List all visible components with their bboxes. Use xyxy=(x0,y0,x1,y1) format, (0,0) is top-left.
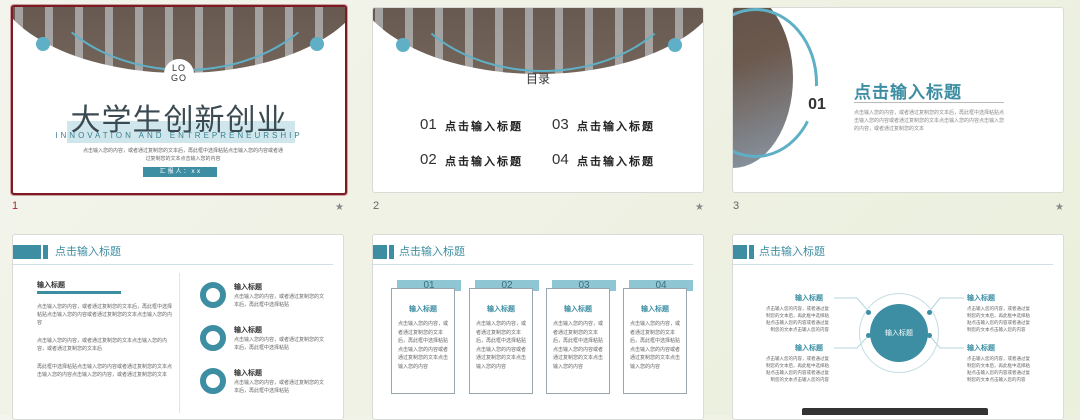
card-text: 点击输入您的内容，或者通过复制您的文本后，再此框中选择粘贴点击输入您的内容或者通… xyxy=(630,321,681,370)
item-text: 点击输入您的内容，或者通过复制您的文本后，再此框中选择粘贴点击输入您的内容或者通… xyxy=(967,307,1030,333)
header-line xyxy=(13,264,333,265)
content-card: 输入标题 点击输入您的内容，或者通过复制您的文本后，再此框中选择粘贴点击输入您的… xyxy=(469,288,533,394)
slide-header: 点击输入标题 xyxy=(13,245,343,265)
item-title: 输入标题 xyxy=(234,283,262,291)
toc-number: 02 xyxy=(420,151,437,168)
slide-subtitle: INNOVATION AND ENTREPRENEURSHIP xyxy=(55,131,303,140)
section-body-text: 点击输入您的内容，或者通过复制您的文本后，再此框中选择粘贴点击输入您的内容或者通… xyxy=(854,110,1005,132)
center-circle: 输入标题 xyxy=(870,304,928,362)
slide-thumbnail-6[interactable]: 点击输入标题 输入标题 输入标题 点击输入您的内容，或者通过复制您的文本后，再此… xyxy=(732,234,1064,420)
section-title: 输入标题 xyxy=(37,281,65,289)
card-title: 输入标题 xyxy=(564,305,592,313)
ring-icon xyxy=(200,282,226,308)
card-text: 点击输入您的内容，或者通过复制您的文本后，再此框中选择粘贴点击输入您的内容或者通… xyxy=(476,321,527,370)
item-text: 点击输入您的内容，或者通过复制您的文本后，再此框中选择粘贴点击输入您的内容或者通… xyxy=(766,307,829,333)
star-icon[interactable]: ★ xyxy=(695,202,704,213)
content-card: 输入标题 点击输入您的内容，或者通过复制您的文本后，再此框中选择粘贴点击输入您的… xyxy=(391,288,455,394)
decorative-dot xyxy=(668,38,682,52)
toc-label: 点击输入标题 xyxy=(577,120,655,133)
item-title: 输入标题 xyxy=(234,369,262,377)
item-title: 输入标题 xyxy=(234,326,262,334)
card-text: 点击输入您的内容，或者通过复制您的文本后，再此框中选择粘贴点击输入您的内容或者通… xyxy=(553,321,604,370)
slide-header: 点击输入标题 xyxy=(373,245,703,265)
header-block xyxy=(389,245,394,259)
paragraph: 点击输入您的内容，或者通过复制您的文本后，再此框中选择粘贴点击输入您的内容或者通… xyxy=(37,304,173,326)
slide-thumbnail-2[interactable]: 目录 01 点击输入标题 03 点击输入标题 02 点击输入标题 04 点击输入… xyxy=(372,7,704,193)
star-icon[interactable]: ★ xyxy=(335,202,344,213)
star-icon[interactable]: ★ xyxy=(1055,202,1064,213)
decorative-dot xyxy=(396,38,410,52)
item-text: 点击输入您的内容，或者通过复制您的文本后，再此框中选择粘贴 xyxy=(234,337,325,351)
slide-thumbnail-5[interactable]: 点击输入标题 01 输入标题 点击输入您的内容，或者通过复制您的文本后，再此框中… xyxy=(372,234,704,420)
paragraph: 再此框中选择粘贴点击输入您的内容或者通过复制您的文本点击输入您的内容点击输入您的… xyxy=(37,364,173,378)
content-card: 输入标题 点击输入您的内容，或者通过复制您的文本后，再此框中选择粘贴点击输入您的… xyxy=(623,288,687,394)
column-divider xyxy=(179,273,180,413)
slide-thumbnail-4[interactable]: 点击输入标题 输入标题 点击输入您的内容，或者通过复制您的文本后，再此框中选择粘… xyxy=(12,234,344,420)
ring-icon xyxy=(200,325,226,351)
title-underline xyxy=(37,291,121,294)
item-text: 点击输入您的内容，或者通过复制您的文本后，再此框中选择粘贴 xyxy=(234,294,325,308)
header-block xyxy=(13,245,41,259)
toc-label: 点击输入标题 xyxy=(577,155,655,168)
header-block xyxy=(373,245,387,259)
slide-thumbnail-1[interactable]: LO GO 大学生创新创业 INNOVATION AND ENTREPRENEU… xyxy=(11,5,347,195)
slide-body-text: 点击输入您的内容，或者通过复制您的文本后，再此框中选择粘贴点击输入您的内容或者通… xyxy=(83,148,284,162)
card-title: 输入标题 xyxy=(641,305,669,313)
connector-dot xyxy=(866,310,871,315)
ring-icon xyxy=(200,368,226,394)
bottom-toolbar[interactable] xyxy=(802,408,988,415)
header-block xyxy=(43,245,48,259)
item-text: 点击输入您的内容，或者通过复制您的文本后，再此框中选择粘贴点击输入您的内容或者通… xyxy=(967,357,1030,383)
toc-label: 点击输入标题 xyxy=(445,155,523,168)
divider xyxy=(854,102,1004,103)
connector-dot xyxy=(927,333,932,338)
item-title: 输入标题 xyxy=(967,294,995,302)
decorative-dot xyxy=(36,37,50,51)
toc-number: 04 xyxy=(552,151,569,168)
toc-number: 03 xyxy=(552,116,569,133)
slide-thumbnail-3[interactable]: 01 点击输入标题 点击输入您的内容，或者通过复制您的文本后，再此框中选择粘贴点… xyxy=(732,7,1064,193)
paragraph: 点击输入您的内容，或者通过复制您的文本点击输入您的内容，或者通过复制您的文本后 xyxy=(37,338,168,352)
decorative-arc xyxy=(393,8,693,72)
logo-text: LO GO xyxy=(170,63,187,83)
item-title: 输入标题 xyxy=(967,344,995,352)
section-number: 01 xyxy=(798,86,836,124)
card-title: 输入标题 xyxy=(487,305,515,313)
slide-number: 1 xyxy=(12,200,19,212)
item-title: 输入标题 xyxy=(795,294,823,302)
header-title: 点击输入标题 xyxy=(55,245,121,258)
toc-title: 目录 xyxy=(525,72,550,86)
item-title: 输入标题 xyxy=(795,344,823,352)
connector-dot xyxy=(866,333,871,338)
logo: LO GO xyxy=(164,59,194,89)
slide-number: 3 xyxy=(733,200,740,212)
presenter-label: 汇 报 人 ： x x xyxy=(143,167,217,177)
connector-dot xyxy=(927,310,932,315)
toc-number: 01 xyxy=(420,116,437,133)
item-text: 点击输入您的内容，或者通过复制您的文本后，再此框中选择粘贴点击输入您的内容或者通… xyxy=(766,357,829,383)
slide-number: 2 xyxy=(373,200,380,212)
card-title: 输入标题 xyxy=(409,305,437,313)
section-title: 点击输入标题 xyxy=(854,83,962,103)
decorative-dot xyxy=(310,37,324,51)
toc-label: 点击输入标题 xyxy=(445,120,523,133)
content-card: 输入标题 点击输入您的内容，或者通过复制您的文本后，再此框中选择粘贴点击输入您的… xyxy=(546,288,610,394)
decorative-ring xyxy=(733,8,818,158)
header-title: 点击输入标题 xyxy=(399,245,465,258)
card-text: 点击输入您的内容，或者通过复制您的文本后，再此框中选择粘贴点击输入您的内容或者通… xyxy=(398,321,449,370)
item-text: 点击输入您的内容，或者通过复制您的文本后，再此框中选择粘贴 xyxy=(234,380,325,394)
header-line xyxy=(373,264,693,265)
